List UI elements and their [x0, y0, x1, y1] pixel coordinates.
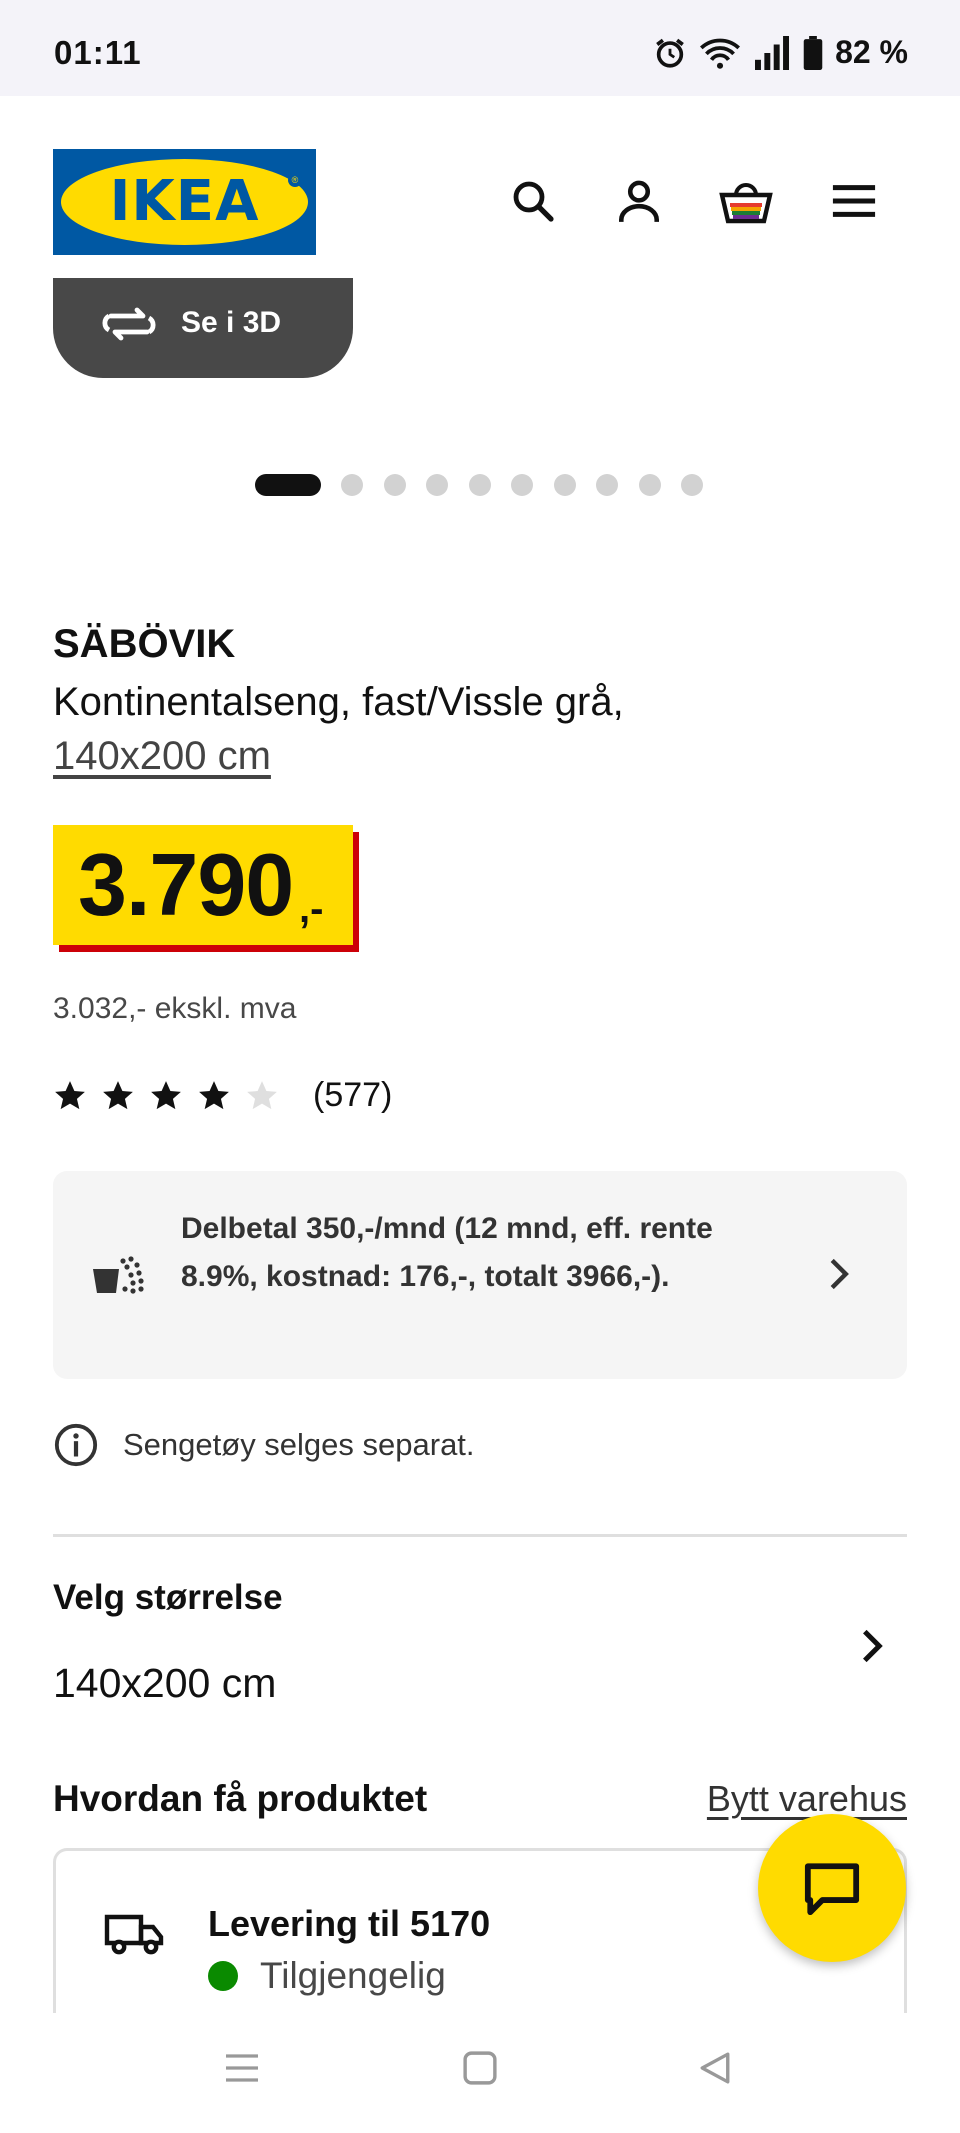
battery-icon	[803, 35, 823, 70]
product-size-link[interactable]: 140x200 cm	[53, 730, 271, 782]
chevron-right-icon	[830, 1258, 849, 1290]
ikea-logo[interactable]: IKEA ®	[53, 149, 316, 255]
back-icon[interactable]	[698, 2051, 732, 2085]
menu-button[interactable]	[824, 171, 884, 231]
view-3d-label: Se i 3D	[181, 306, 282, 339]
size-selector-label[interactable]: Velg størrelse	[53, 1578, 283, 1618]
site-header: IKEA ®	[0, 96, 960, 308]
rotate-3d-icon	[102, 307, 156, 341]
wifi-icon	[700, 38, 741, 69]
delivery-title: Levering til 5170	[208, 1903, 491, 1944]
profile-button[interactable]	[609, 171, 669, 231]
home-icon[interactable]	[463, 2051, 497, 2085]
status-time: 01:11	[54, 34, 142, 71]
status-icons: 82 %	[653, 34, 908, 71]
search-button[interactable]	[503, 171, 563, 231]
carousel-dot[interactable]	[426, 474, 448, 496]
logo-text: IKEA	[109, 169, 260, 234]
star-empty-icon	[247, 1080, 277, 1109]
availability-dot-icon	[208, 1961, 238, 1991]
carousel-dot[interactable]	[596, 474, 618, 496]
product-description: Kontinentalseng, fast/Vissle grå,	[53, 680, 624, 724]
registered-mark: ®	[288, 173, 302, 187]
basket-button[interactable]	[716, 171, 776, 231]
alarm-icon	[656, 38, 684, 68]
carousel-dot[interactable]	[554, 474, 576, 496]
recent-apps-icon[interactable]	[224, 2051, 260, 2085]
star-filled-icon	[103, 1080, 133, 1109]
carousel-dot-active[interactable]	[255, 474, 321, 496]
fulfillment-title: Hvordan få produktet	[53, 1778, 428, 1819]
info-icon	[54, 1423, 98, 1467]
carousel-dot[interactable]	[469, 474, 491, 496]
truck-icon	[104, 1914, 164, 1955]
price-tag: 3.790 ,-	[53, 825, 353, 945]
profile-icon	[619, 180, 659, 222]
size-selector-value[interactable]: 140x200 cm	[53, 1660, 276, 1707]
system-nav-bar	[0, 2013, 960, 2133]
delivery-status-text: Tilgjengelig	[260, 1955, 446, 1996]
chat-icon	[804, 1863, 860, 1915]
delivery-status: Tilgjengelig	[208, 1955, 446, 1997]
chat-button[interactable]	[758, 1814, 906, 1962]
notice: Sengetøy selges separat.	[53, 1422, 475, 1468]
rating[interactable]: (577)	[53, 1076, 392, 1115]
star-filled-icon	[199, 1080, 229, 1109]
installment-text: Delbetal 350,-/mnd (12 mnd, eff. rente 8…	[181, 1212, 713, 1293]
installment-offer[interactable]: Delbetal 350,-/mnd (12 mnd, eff. rente 8…	[53, 1171, 907, 1379]
search-icon	[513, 181, 554, 222]
star-filled-icon	[55, 1080, 85, 1109]
carousel-dot[interactable]	[681, 474, 703, 496]
carousel-dot[interactable]	[511, 474, 533, 496]
battery-level: 82 %	[835, 34, 908, 70]
divider	[53, 1534, 907, 1537]
carousel-dot[interactable]	[384, 474, 406, 496]
star-filled-icon	[151, 1080, 181, 1109]
carousel-dot[interactable]	[639, 474, 661, 496]
carousel-dot[interactable]	[341, 474, 363, 496]
review-count: (577)	[313, 1076, 393, 1114]
change-store-link[interactable]: Bytt varehus	[707, 1778, 907, 1820]
price-suffix: ,-	[299, 887, 324, 931]
menu-icon	[832, 185, 876, 217]
chevron-right-icon[interactable]	[860, 1628, 884, 1664]
status-bar: 01:11 82 %	[0, 0, 960, 96]
product-name: SÄBÖVIK	[53, 622, 236, 666]
basket-icon	[719, 183, 773, 224]
price-value: 3.790	[78, 835, 294, 934]
price-ex-vat: 3.032,- ekskl. mva	[53, 992, 297, 1025]
signal-icon	[755, 35, 790, 70]
view-3d-button[interactable]: Se i 3D	[53, 278, 353, 378]
installment-icon	[93, 1256, 144, 1294]
notice-text: Sengetøy selges separat.	[123, 1427, 475, 1462]
